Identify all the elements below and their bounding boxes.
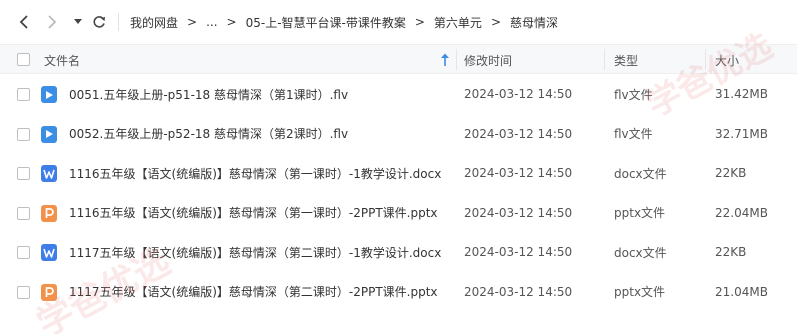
file-name[interactable]: 0052.五年级上册-p52-18 慈母情深（第2课时）.flv [69,114,348,154]
row-checkbox[interactable] [17,167,30,180]
column-divider[interactable] [705,49,706,70]
column-header-size[interactable]: 大小 [715,45,739,75]
breadcrumb-ellipsis[interactable]: ... [206,15,217,29]
refresh-icon [93,16,105,28]
breadcrumb-item-current: 慈母情深 [510,15,559,30]
table-row[interactable]: 1117五年级【语文(统编版)】慈母情深（第二课时）-1教学设计.docx 202… [0,232,797,272]
file-size: 21.04MB [715,284,768,299]
ppt-file-icon [41,283,57,301]
table-row[interactable]: 1116五年级【语文(统编版)】慈母情深（第一课时）-2PPT课件.pptx 20… [0,193,797,233]
column-divider[interactable] [456,49,457,70]
file-size: 22.04MB [715,205,768,220]
sort-up-arrow-icon[interactable] [440,53,450,67]
breadcrumb-item-folder[interactable]: 05-上-智慧平台课-带课件教案 [246,14,406,31]
file-type: pptx文件 [614,206,666,220]
row-checkbox[interactable] [17,88,30,101]
breadcrumb-item-unit[interactable]: 第六单元 [434,14,482,31]
caret-down-icon [74,19,82,24]
ppt-file-icon [41,204,57,222]
file-name[interactable]: 0051.五年级上册-p51-18 慈母情深（第1课时）.flv [69,74,348,114]
row-checkbox[interactable] [17,246,30,259]
file-name[interactable]: 1117五年级【语文(统编版)】慈母情深（第二课时）-2PPT课件.pptx [69,272,438,312]
chevron-right-icon [48,15,57,29]
breadcrumb: 我的网盘 > ... > 05-上-智慧平台课-带课件教案 > 第六单元 > 慈… [130,0,558,44]
table-row[interactable]: 1116五年级【语文(统编版)】慈母情深（第一课时）-1教学设计.docx 202… [0,153,797,193]
file-type: docx文件 [614,166,667,181]
file-name[interactable]: 1117五年级【语文(统编版)】慈母情深（第二课时）-1教学设计.docx [69,232,441,272]
back-button[interactable] [14,12,34,32]
breadcrumb-separator: > [414,15,425,29]
file-name[interactable]: 1116五年级【语文(统编版)】慈母情深（第一课时）-1教学设计.docx [69,153,441,193]
table-row[interactable]: 1117五年级【语文(统编版)】慈母情深（第二课时）-2PPT课件.pptx 20… [0,272,797,312]
file-modified-date: 2024-03-12 14:50 [464,87,573,101]
column-divider[interactable] [604,49,605,70]
file-modified-date: 2024-03-12 14:50 [464,126,573,141]
file-size: 22KB [715,245,747,259]
column-header-modified[interactable]: 修改时间 [464,45,512,75]
file-type: flv文件 [614,87,653,102]
video-file-icon [41,86,57,103]
breadcrumb-separator: > [226,15,237,29]
chevron-left-icon [19,15,28,29]
breadcrumb-separator: > [490,15,501,29]
video-file-icon [41,125,57,143]
file-modified-date: 2024-03-12 14:50 [464,245,573,259]
column-header-name[interactable]: 文件名 [44,45,80,75]
file-size: 22KB [715,166,747,180]
navigation-bar: 我的网盘 > ... > 05-上-智慧平台课-带课件教案 > 第六单元 > 慈… [0,0,797,44]
row-checkbox[interactable] [17,127,30,141]
file-type: pptx文件 [614,285,666,299]
refresh-button[interactable] [89,12,109,32]
breadcrumb-root[interactable]: 我的网盘 [130,14,178,31]
file-size: 32.71MB [715,126,768,141]
column-header-type[interactable]: 类型 [614,45,638,75]
row-checkbox[interactable] [17,206,30,220]
row-checkbox[interactable] [17,285,30,299]
table-row[interactable]: 0051.五年级上册-p51-18 慈母情深（第1课时）.flv 2024-03-… [0,74,797,114]
word-file-icon [41,244,57,261]
file-type: flv文件 [614,127,653,141]
select-all-checkbox[interactable] [17,53,30,66]
history-dropdown-button[interactable] [68,12,88,32]
file-modified-date: 2024-03-12 14:50 [464,205,573,220]
file-modified-date: 2024-03-12 14:50 [464,166,573,180]
forward-button[interactable] [42,12,62,32]
file-list-header: 文件名 修改时间 类型 大小 [0,44,797,74]
word-file-icon [41,165,57,182]
file-modified-date: 2024-03-12 14:50 [464,284,573,299]
nav-divider [118,13,119,31]
file-size: 31.42MB [715,87,768,101]
file-type: docx文件 [614,245,667,260]
file-name[interactable]: 1116五年级【语文(统编版)】慈母情深（第一课时）-2PPT课件.pptx [69,193,438,233]
breadcrumb-separator: > [187,15,198,29]
table-row[interactable]: 0052.五年级上册-p52-18 慈母情深（第2课时）.flv 2024-03-… [0,114,797,154]
